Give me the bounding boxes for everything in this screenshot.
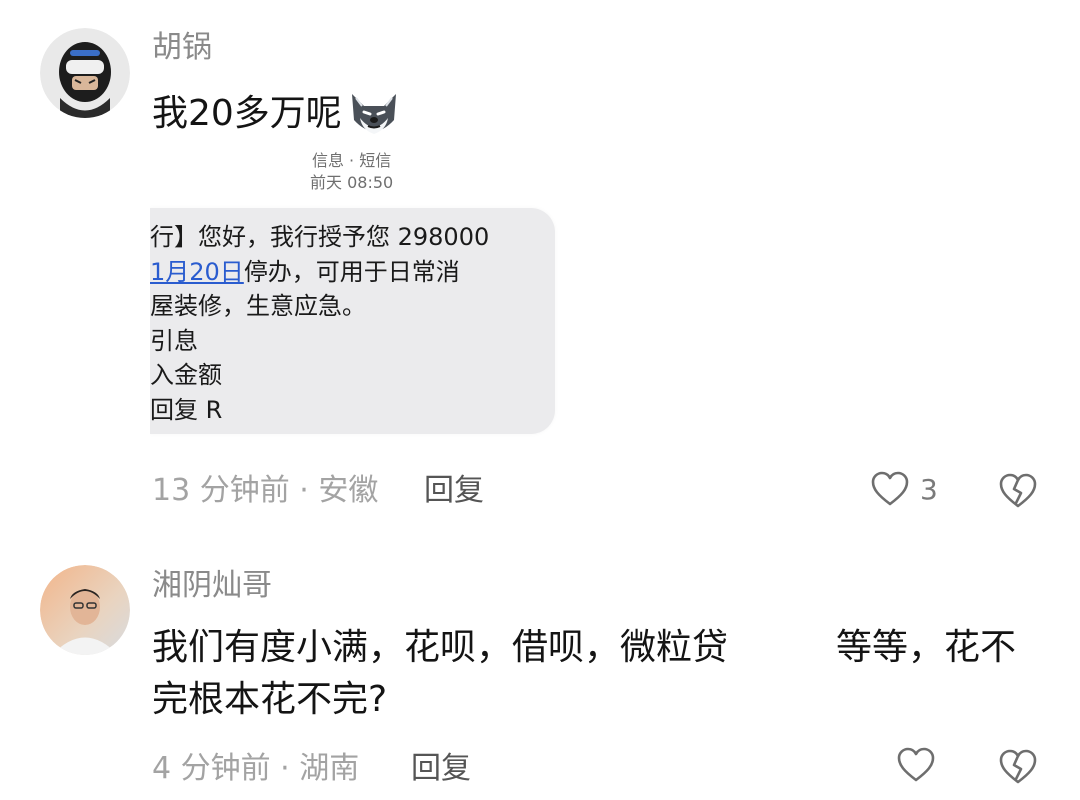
reply-button[interactable]: 回复 [424, 476, 484, 506]
sms-message: 行】您好，我行授予您 298000 1月20日停办，可用于日常消 屋装修，生意应… [150, 220, 489, 427]
comment-meta: 13 分钟前 · 安徽 [152, 473, 379, 508]
husky-smirk-icon [351, 94, 396, 134]
sms-line: 屋装修，生意应急。 [150, 292, 366, 320]
sms-source: 信息 · 短信 [311, 151, 392, 170]
comment-text: 我20多万呢 [152, 86, 402, 142]
sms-line: 入金额 [150, 361, 222, 389]
like-button[interactable] [896, 746, 936, 784]
sms-line: 回复 R [150, 395, 223, 424]
avatar[interactable] [40, 565, 130, 655]
sms-line: 1月20日停办，可用于日常消 [150, 255, 489, 290]
helmet-avatar-icon [40, 28, 130, 118]
comment-body: 我们有度小满，花呗，借呗，微粒贷 等等，花不完根本花不完? [152, 627, 1017, 721]
user-photo-avatar-icon [40, 565, 130, 655]
username[interactable]: 胡锅 [152, 33, 212, 63]
heart-icon [897, 747, 935, 782]
broken-heart-icon[interactable] [998, 748, 1038, 786]
sms-time: 前天 08:50 [310, 173, 394, 193]
reply-button[interactable]: 回复 [411, 754, 471, 784]
comment-section: 胡锅 我20多万呢 信息 · 短信 前天 08:50 行】您好，我行授予您 29… [0, 0, 1080, 800]
sms-line: 行】您好，我行授予您 298000 [150, 223, 490, 251]
username[interactable]: 湘阴灿哥 [152, 571, 272, 601]
sms-line: 引息 [150, 326, 198, 355]
like-button[interactable]: 3 [870, 470, 938, 508]
broken-heart-icon[interactable] [998, 472, 1038, 510]
heart-icon [871, 471, 909, 506]
sms-line-rest: 停办，可用于日常消 [243, 257, 460, 286]
sms-screenshot[interactable]: 信息 · 短信 前天 08:50 行】您好，我行授予您 298000 1月20日… [150, 140, 570, 440]
comment-meta: 4 分钟前 · 湖南 [152, 751, 360, 786]
sms-date-link[interactable]: 1月20日 [150, 258, 244, 286]
like-count: 3 [920, 472, 938, 506]
avatar[interactable] [40, 28, 130, 118]
sms-header: 信息 · 短信 前天 08:50 [310, 150, 393, 195]
comment-body: 我20多万呢 [152, 92, 342, 134]
